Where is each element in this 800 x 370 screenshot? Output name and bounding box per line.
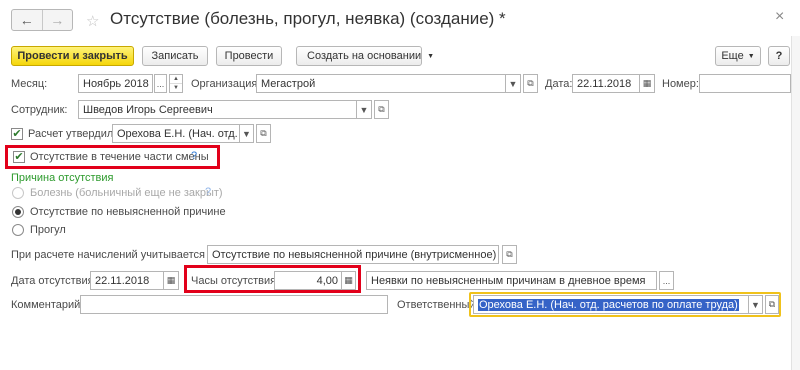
dropdown-arrow-icon: ▼ (747, 52, 755, 60)
month-select-button[interactable]: ... (154, 74, 167, 93)
save-button[interactable]: Записать (142, 46, 208, 66)
dropdown-arrow-icon: ▼ (427, 52, 435, 60)
employee-dropdown-icon[interactable]: ▼ (357, 100, 372, 119)
create-based-on-label: Создать на основании (307, 50, 422, 62)
help-question-icon[interactable]: ? (191, 150, 197, 162)
approved-dropdown-icon[interactable]: ▼ (240, 124, 254, 143)
month-label: Месяц: (11, 78, 48, 90)
page-title: Отсутствие (болезнь, прогул, неявка) (со… (110, 9, 506, 28)
partial-shift-label: Отсутствие в течение части смены (30, 151, 209, 163)
approved-by-field[interactable]: Орехова Е.Н. (Нач. отд. ра (112, 124, 240, 143)
calendar-icon[interactable]: ▦ (640, 74, 655, 93)
absence-date-label: Дата отсутствия: (11, 275, 97, 287)
reason-section-header: Причина отсутствия (11, 172, 114, 184)
responsible-field[interactable]: Орехова Е.Н. (Нач. отд. расчетов по опла… (473, 295, 749, 314)
date-field[interactable]: 22.11.2018 (572, 74, 640, 93)
back-arrow-icon[interactable]: ← (12, 10, 42, 30)
responsible-open-icon[interactable]: ⧉ (765, 295, 779, 314)
responsible-dropdown-icon[interactable]: ▼ (749, 295, 763, 314)
number-field[interactable] (699, 74, 791, 93)
scrollbar[interactable] (791, 36, 800, 370)
date-label: Дата: (545, 78, 573, 90)
reason-truancy-label: Прогул (30, 224, 66, 236)
number-label: Номер: (662, 78, 699, 90)
reason-unexplained-radio[interactable] (12, 206, 24, 218)
partial-shift-checkbox[interactable]: ✔ (13, 151, 25, 163)
create-based-on-button[interactable]: Создать на основании ▼ (296, 46, 434, 66)
post-and-close-button[interactable]: Провести и закрыть (11, 46, 134, 66)
stepper-down-icon[interactable]: ▼ (170, 84, 182, 92)
absence-date-field[interactable]: 22.11.2018 (90, 271, 164, 290)
responsible-value: Орехова Е.Н. (Нач. отд. расчетов по опла… (478, 298, 739, 311)
more-label: Еще (721, 50, 744, 62)
employee-field[interactable]: Шведов Игорь Сергеевич (78, 100, 357, 119)
organization-label: Организация: (191, 78, 261, 90)
radio-selected-dot (15, 209, 21, 215)
reason-unexplained-label: Отсутствие по невыясненной причине (30, 206, 226, 218)
employee-label: Сотрудник: (11, 104, 68, 116)
comment-field[interactable] (80, 295, 388, 314)
responsible-label: Ответственный: (397, 299, 479, 311)
organization-field[interactable]: Мегастрой (256, 74, 506, 93)
month-stepper[interactable]: ▲ ▼ (169, 74, 183, 93)
approved-label: Расчет утвердил (28, 128, 114, 140)
calendar-icon[interactable]: ▦ (164, 271, 179, 290)
reason-sick-radio[interactable] (12, 187, 24, 199)
daytime-select-button[interactable]: ... (659, 271, 674, 290)
reason-sick-label: Болезнь (больничный еще не закрыт) (30, 187, 223, 199)
daytime-field[interactable]: Неявки по невыясненным причинам в дневно… (366, 271, 657, 290)
more-button[interactable]: Еще ▼ (715, 46, 761, 66)
organization-dropdown-icon[interactable]: ▼ (506, 74, 521, 93)
help-button[interactable]: ? (768, 46, 790, 66)
stepper-up-icon[interactable]: ▲ (170, 75, 182, 84)
employee-open-icon[interactable]: ⧉ (374, 100, 389, 119)
month-field[interactable]: Ноябрь 2018 (78, 74, 153, 93)
accruals-open-icon[interactable]: ⧉ (502, 245, 517, 264)
nav-buttons: ← → (11, 9, 73, 31)
hours-label: Часы отсутствия: (191, 275, 280, 287)
help-question-icon[interactable]: ? (205, 186, 211, 198)
approved-open-icon[interactable]: ⧉ (256, 124, 271, 143)
organization-open-icon[interactable]: ⧉ (523, 74, 538, 93)
reason-truancy-radio[interactable] (12, 224, 24, 236)
comment-label: Комментарий: (11, 299, 84, 311)
close-icon[interactable]: × (775, 8, 784, 26)
calculator-icon[interactable]: ▦ (342, 271, 356, 290)
post-button[interactable]: Провести (216, 46, 282, 66)
hours-field[interactable]: 4,00 (274, 271, 342, 290)
favorite-star-icon[interactable]: ☆ (86, 12, 99, 30)
accruals-label: При расчете начислений учитывается как: (11, 249, 228, 261)
approved-checkbox[interactable]: ✔ (11, 128, 23, 140)
forward-arrow-icon[interactable]: → (41, 10, 73, 30)
accruals-field[interactable]: Отсутствие по невыясненной причине (внут… (207, 245, 499, 264)
